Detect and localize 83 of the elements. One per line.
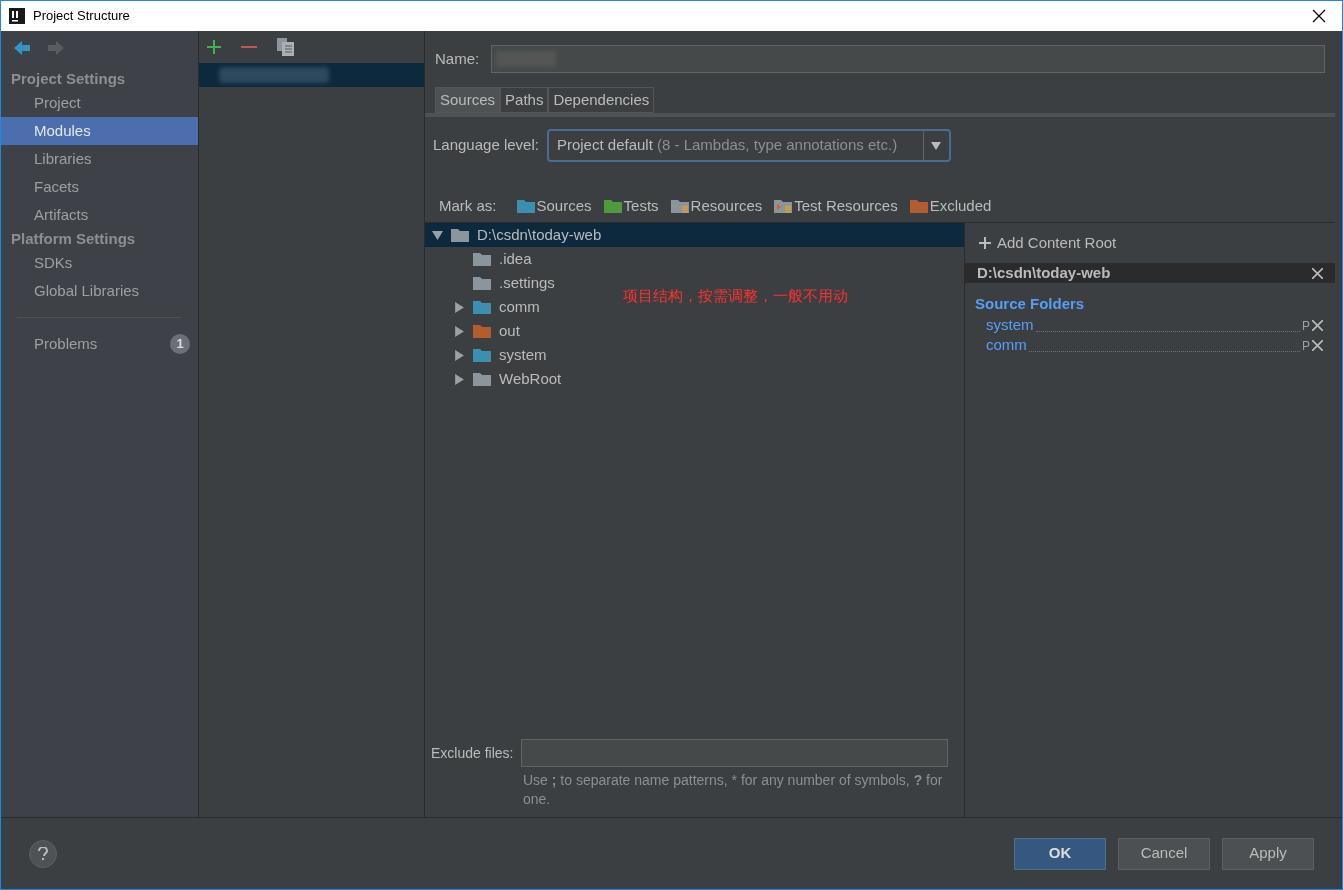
folder-icon [451,228,469,242]
source-folder[interactable]: comm [986,334,1027,357]
mark-as-button[interactable]: Tests [603,194,659,218]
back-arrow-icon[interactable] [13,39,31,57]
expand-arrow-icon[interactable] [453,325,465,337]
folder-icon [670,199,689,213]
tree-row[interactable]: D:\csdn\today-web [425,223,964,247]
sidebar-item[interactable]: Facets [1,173,198,201]
mark-as-label: Mark as: [439,195,497,216]
tree-label: D:\csdn\today-web [477,224,602,245]
tree-row[interactable]: out [425,319,524,343]
sidebar-item[interactable]: Artifacts [1,201,198,229]
properties-button[interactable]: P [1302,336,1310,355]
copy-icon[interactable] [277,38,295,56]
remove-icon[interactable] [1312,340,1323,351]
problems-item[interactable]: Problems 1 [1,330,198,358]
tree-label: .idea [499,248,532,269]
expand-arrow-icon[interactable] [453,301,465,313]
folder-icon [516,199,535,213]
properties-button[interactable]: P [1302,316,1310,335]
folder-icon [774,199,793,213]
tree-label: comm [499,296,540,317]
section-heading: Project Settings [10,69,127,89]
add-icon[interactable] [207,40,221,54]
section-title: Source Folders [974,294,1086,314]
tree-label: .settings [499,272,555,293]
section-heading: Platform Settings [10,229,137,249]
app-icon [9,8,25,24]
dialog-button[interactable]: Cancel [1118,837,1210,870]
tree-label: out [499,320,520,341]
tab[interactable]: Sources [435,87,501,113]
sidebar-item[interactable]: Project [1,89,198,117]
tree-label: WebRoot [499,368,562,389]
tree-row[interactable]: system [425,343,551,367]
folder-icon [473,276,491,290]
mark-as-button[interactable]: Excluded [909,194,992,218]
folder-icon [473,372,491,386]
plus-icon [979,237,991,249]
dialog-button[interactable]: Apply [1222,837,1314,870]
mark-as-button[interactable]: Sources [516,194,592,218]
tree-row[interactable]: .idea [425,247,536,271]
folder-icon [473,300,491,314]
folder-icon [473,252,491,266]
remove-icon[interactable] [241,45,257,49]
tree-row[interactable]: WebRoot [425,367,566,391]
help-icon [38,846,48,861]
language-level-dropdown[interactable]: Project default (8 - Lambdas, type annotations etc.) [546,129,951,162]
tab[interactable]: Dependencies [548,87,655,113]
field-label: Exclude files: [431,743,514,763]
mark-as-button[interactable]: Test Resources [774,194,898,218]
add-content-root-button[interactable]: Add Content Root [965,223,1335,263]
mark-as-button[interactable]: Resources [670,194,763,218]
field-label: Language level: [433,135,539,156]
source-folder[interactable]: system [986,314,1034,337]
expand-arrow-icon[interactable] [453,349,465,361]
dropdown-arrow-icon [931,141,942,150]
window-title: Project Structure [33,7,131,26]
folder-icon [909,199,928,213]
name-field[interactable] [491,45,1325,73]
count-badge: 1 [170,334,190,354]
collapse-arrow-icon[interactable] [431,229,443,241]
dialog-button[interactable]: OK [1014,837,1106,870]
remove-icon[interactable] [1312,320,1323,331]
sidebar-item[interactable]: SDKs [1,249,198,277]
expand-arrow-icon[interactable] [453,373,465,385]
folder-icon [473,324,491,338]
sidebar-item[interactable]: Global Libraries [1,277,198,305]
exclude-files-field[interactable] [521,739,948,767]
sidebar-item[interactable]: Libraries [1,145,198,173]
tree-row[interactable]: comm [425,295,544,319]
folder-icon [473,348,491,362]
tree-label: system [499,344,547,365]
hint-text: Use ; to separate name patterns, * for any number of symbols, ? for one. [523,771,944,809]
annotation-text: 项目结构，按需调整，一般不用动 [623,286,848,307]
folder-icon [603,199,622,213]
close-icon[interactable] [1312,267,1323,279]
field-label: Name: [435,48,480,69]
content-root-path: D:\csdn\today-web [977,262,1112,283]
tree-row[interactable]: .settings [425,271,559,295]
close-icon[interactable] [1312,9,1326,23]
tab[interactable]: Paths [500,87,549,113]
help-button[interactable] [29,839,57,868]
sidebar-item[interactable]: Modules [1,117,198,145]
